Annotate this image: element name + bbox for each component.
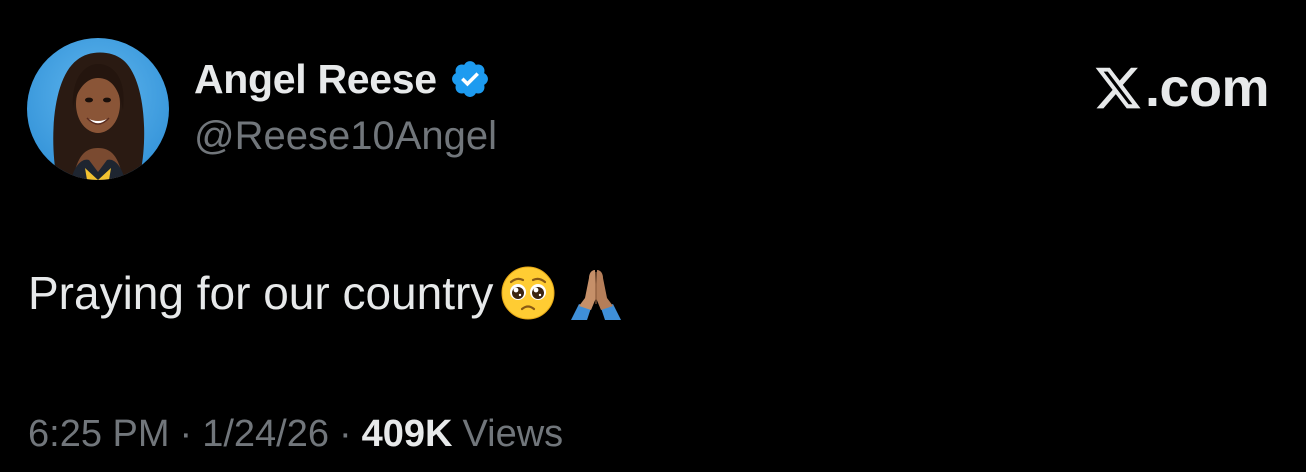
tweet-time[interactable]: 6:25 PM	[28, 413, 170, 456]
profile-photo-icon	[27, 38, 169, 180]
brand-text: .com	[1144, 58, 1270, 118]
views-label: Views	[462, 412, 564, 455]
x-logo-icon	[1095, 67, 1141, 109]
author-name-row[interactable]: Angel Reese	[194, 52, 491, 106]
views-count[interactable]: 409K	[362, 413, 453, 456]
separator: ·	[179, 412, 193, 455]
separator: ·	[338, 412, 352, 455]
brand-watermark: .com	[1093, 58, 1270, 118]
tweet-text: Praying for our country	[28, 267, 494, 319]
verified-badge-icon	[451, 61, 488, 97]
tweet-meta: 6:25 PM · 1/24/26 · 409K Views	[28, 408, 563, 460]
avatar[interactable]	[27, 38, 169, 180]
display-name[interactable]: Angel Reese	[194, 56, 437, 103]
tweet-card: Angel Reese @Reese10Angel .com Praying f…	[0, 0, 1306, 472]
tweet-body: Praying for our country	[28, 262, 625, 324]
pleading-face-emoji-icon	[499, 264, 557, 322]
folded-hands-emoji-icon	[567, 264, 625, 322]
author-handle[interactable]: @Reese10Angel	[194, 114, 497, 159]
tweet-date[interactable]: 1/24/26	[202, 413, 329, 456]
